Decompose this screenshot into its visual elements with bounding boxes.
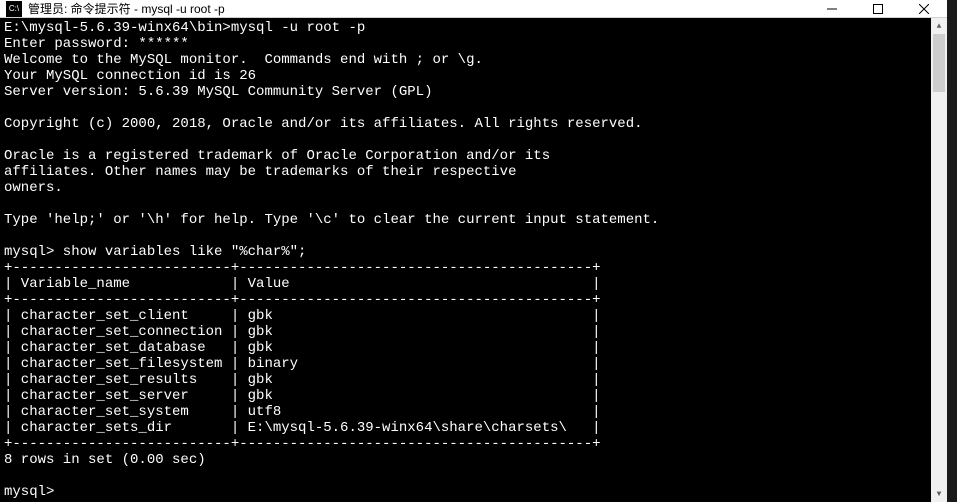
terminal-wrap: E:\mysql-5.6.39-winx64\bin>mysql -u root… bbox=[0, 18, 947, 502]
close-button[interactable] bbox=[901, 0, 947, 17]
window-title: 管理员: 命令提示符 - mysql -u root -p bbox=[28, 0, 225, 17]
scrollbar[interactable]: ▲ ▼ bbox=[931, 18, 947, 502]
scrollbar-track[interactable] bbox=[931, 34, 947, 486]
terminal-output[interactable]: E:\mysql-5.6.39-winx64\bin>mysql -u root… bbox=[0, 18, 931, 502]
cmd-icon: C:\ bbox=[6, 1, 22, 17]
minimize-button[interactable] bbox=[809, 0, 855, 17]
minimize-icon bbox=[827, 4, 837, 14]
scrollbar-thumb[interactable] bbox=[933, 34, 945, 92]
scrollbar-up-arrow[interactable]: ▲ bbox=[931, 18, 947, 34]
maximize-button[interactable] bbox=[855, 0, 901, 17]
titlebar-left: C:\ 管理员: 命令提示符 - mysql -u root -p bbox=[0, 0, 225, 17]
close-icon bbox=[919, 4, 929, 14]
terminal-window: C:\ 管理员: 命令提示符 - mysql -u root -p E:\mys… bbox=[0, 0, 947, 500]
maximize-icon bbox=[873, 4, 883, 14]
titlebar: C:\ 管理员: 命令提示符 - mysql -u root -p bbox=[0, 0, 947, 18]
window-controls bbox=[809, 0, 947, 17]
